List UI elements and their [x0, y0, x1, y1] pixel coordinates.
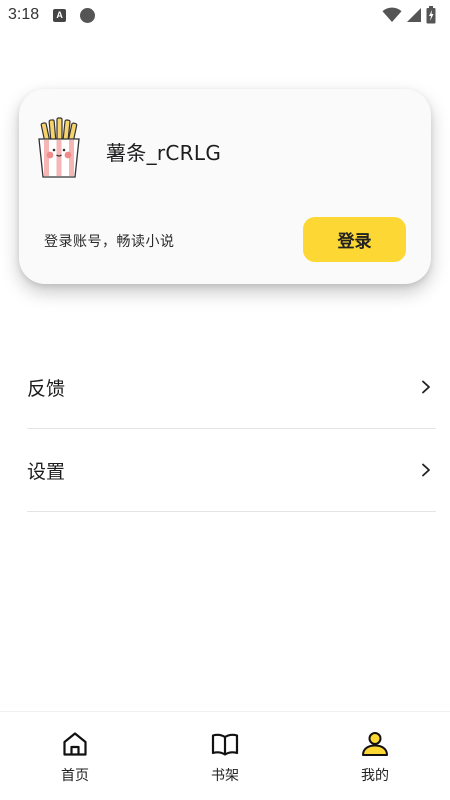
- status-bar: 3:18 A: [0, 0, 450, 30]
- nav-item-bookshelf[interactable]: 书架: [165, 712, 285, 785]
- status-left: 3:18 A: [8, 6, 96, 24]
- profile-card: 薯条_rCRLG 登录账号，畅读小说 登录: [19, 89, 431, 284]
- nav-label: 首页: [61, 768, 89, 784]
- menu-item-settings[interactable]: 设置: [27, 429, 436, 512]
- battery-icon: [426, 6, 436, 24]
- nav-item-mine[interactable]: 我的: [315, 712, 435, 785]
- login-button[interactable]: 登录: [303, 217, 406, 262]
- fries-avatar-icon: [38, 117, 80, 178]
- home-icon: [63, 732, 87, 756]
- wifi-icon: [382, 7, 402, 22]
- nav-label: 书架: [211, 768, 239, 784]
- chevron-right-icon: [422, 380, 430, 394]
- nav-item-home[interactable]: 首页: [15, 712, 135, 785]
- menu-item-label: 设置: [27, 460, 66, 483]
- menu-item-feedback[interactable]: 反馈: [27, 346, 436, 429]
- chevron-right-icon: [422, 463, 430, 477]
- status-time: 3:18: [8, 6, 40, 23]
- book-icon: [211, 733, 239, 756]
- login-hint: 登录账号，畅读小说: [44, 234, 175, 250]
- menu-item-label: 反馈: [27, 377, 66, 400]
- nav-label: 我的: [361, 768, 389, 784]
- username: 薯条_rCRLG: [106, 141, 222, 165]
- status-right: [382, 6, 436, 24]
- bottom-nav: 首页 书架 我的: [0, 711, 450, 800]
- profile-icon: [362, 732, 388, 756]
- menu-list: 反馈 设置: [27, 346, 436, 512]
- signal-icon: [407, 8, 421, 22]
- circle-notification-icon: [80, 7, 96, 23]
- a-notification-icon: A: [53, 8, 67, 22]
